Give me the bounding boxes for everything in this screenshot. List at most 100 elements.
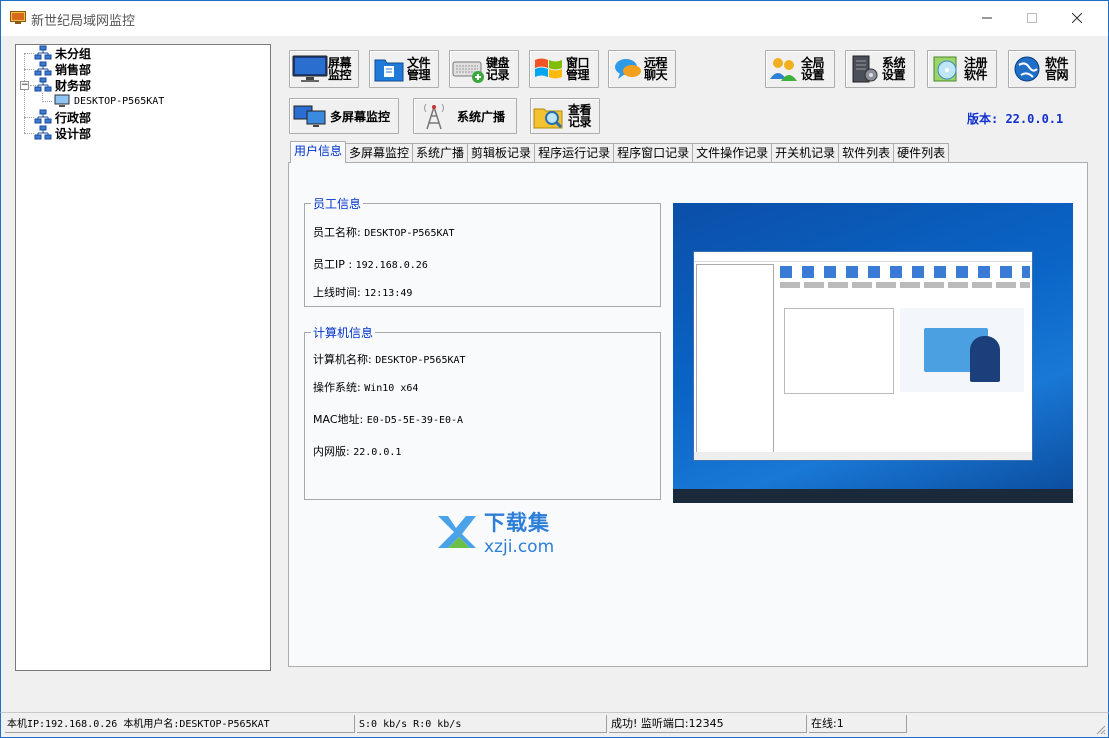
network-group-icon (34, 125, 52, 140)
system-broadcast-label: 系统广播 (457, 109, 506, 124)
keyboard-icon (452, 61, 484, 83)
tab-broadcast[interactable]: 系统广播 (412, 143, 469, 163)
title-bar: 新世纪局域网监控 (0, 0, 1109, 36)
multi-screen-monitor-button[interactable]: 多屏幕监控 (289, 98, 399, 134)
register-label-2: 软件 (964, 68, 988, 82)
tab-multi-screen[interactable]: 多屏幕监控 (345, 143, 414, 163)
status-local-text: 本机IP:192.168.0.26 本机用户名:DESKTOP-P565KAT (7, 719, 270, 730)
computer-name-value: DESKTOP-P565KAT (375, 355, 466, 366)
employee-info-group: 员工信息 员工名称: DESKTOP-P565KAT 员工IP : 192.16… (304, 195, 661, 307)
tree-line (24, 53, 25, 133)
view-records-label-2: 记录 (568, 115, 592, 129)
watermark-logo-icon (438, 516, 476, 548)
department-tree[interactable]: 未分组 销售部 − 财务部 DESKTOP-P565KAT 行政部 设计部 (15, 44, 271, 671)
mac-label: MAC地址: (313, 413, 364, 426)
server-icon (852, 55, 878, 83)
employee-name-row: 员工名称: DESKTOP-P565KAT (313, 224, 455, 240)
resize-grip-icon[interactable] (1094, 723, 1106, 735)
online-time-row: 上线时间: 12:13:49 (313, 284, 412, 300)
website-label-2: 官网 (1045, 68, 1069, 82)
system-broadcast-button[interactable]: 系统广播 (413, 98, 517, 134)
status-online-text: 在线:1 (811, 717, 844, 730)
tab-program-run-log[interactable]: 程序运行记录 (534, 143, 615, 163)
version-label: 版本: 22.0.0.1 (967, 112, 1064, 126)
search-records-icon (533, 108, 563, 129)
network-group-icon (34, 109, 52, 124)
os-row: 操作系统: Win10 x64 (313, 379, 418, 395)
tab-hardware-list[interactable]: 硬件列表 (893, 143, 950, 163)
employee-ip-value: 192.168.0.26 (355, 260, 428, 271)
website-button[interactable]: 软件 官网 (1008, 50, 1076, 88)
tree-item-group[interactable]: 未分组 (34, 45, 91, 61)
tree-item-group[interactable]: 销售部 (34, 61, 91, 77)
tree-item-label: 财务部 (55, 78, 92, 93)
tab-file-operation-log[interactable]: 文件操作记录 (692, 143, 773, 163)
broadcast-tower-icon (424, 103, 444, 130)
tree-item-group[interactable]: 财务部 (34, 77, 91, 93)
computer-name-row: 计算机名称: DESKTOP-P565KAT (313, 351, 466, 367)
status-local-info: 本机IP:192.168.0.26 本机用户名:DESKTOP-P565KAT (5, 715, 355, 733)
tree-collapse-toggle[interactable]: − (20, 81, 29, 90)
status-online: 在线:1 (809, 715, 907, 733)
screen-preview[interactable] (673, 203, 1073, 503)
maximize-button[interactable] (1009, 1, 1055, 35)
employee-name-value: DESKTOP-P565KAT (364, 228, 455, 239)
online-time-label: 上线时间: (313, 286, 361, 299)
status-bar: 本机IP:192.168.0.26 本机用户名:DESKTOP-P565KAT … (0, 712, 1109, 738)
network-group-icon (34, 77, 52, 92)
maximize-icon (1027, 13, 1037, 23)
view-records-button[interactable]: 查看 记录 (530, 98, 600, 134)
intranet-version-label: 内网版: (313, 445, 350, 458)
mac-row: MAC地址: E0-D5-5E-39-E0-A (313, 411, 463, 427)
watermark-title: 下载集 (484, 511, 550, 535)
os-value: Win10 x64 (364, 383, 419, 394)
chat-bubble-icon (615, 59, 641, 79)
preview-window-thumbnail (693, 251, 1033, 461)
multi-screen-monitor-label: 多屏幕监控 (330, 109, 391, 124)
online-time-value: 12:13:49 (364, 288, 413, 299)
monitor-icon (292, 55, 328, 82)
computer-info-title: 计算机信息 (311, 324, 376, 341)
status-speed-text: S:0 kb/s R:0 kb/s (359, 719, 462, 730)
tree-item-label: 未分组 (55, 46, 92, 61)
employee-name-label: 员工名称: (313, 226, 361, 239)
tab-user-info[interactable]: 用户信息 (290, 141, 347, 163)
global-settings-button[interactable]: 全局 设置 (765, 50, 835, 88)
window-manage-button[interactable]: 窗口 管理 (529, 50, 599, 88)
close-icon (1072, 13, 1082, 23)
tree-item-computer[interactable]: DESKTOP-P565KAT (54, 93, 164, 109)
tree-line (42, 101, 52, 102)
tree-item-group[interactable]: 设计部 (34, 125, 91, 141)
register-disc-icon (933, 56, 957, 82)
multi-monitor-icon (293, 105, 326, 127)
tree-item-group[interactable]: 行政部 (34, 109, 91, 125)
computer-name-label: 计算机名称: (313, 353, 372, 366)
system-settings-button[interactable]: 系统 设置 (845, 50, 915, 88)
tab-power-log[interactable]: 开关机记录 (771, 143, 840, 163)
os-label: 操作系统: (313, 381, 361, 394)
register-button[interactable]: 注册 软件 (927, 50, 997, 88)
minimize-button[interactable] (964, 1, 1010, 35)
mac-value: E0-D5-5E-39-E0-A (366, 415, 464, 426)
tree-line (24, 69, 34, 70)
minimize-icon (982, 17, 992, 19)
tree-item-label: 设计部 (55, 126, 92, 141)
computer-info-group: 计算机信息 计算机名称: DESKTOP-P565KAT 操作系统: Win10… (304, 324, 661, 500)
remote-chat-button[interactable]: 远程 聊天 (608, 50, 676, 88)
tree-line (24, 133, 34, 134)
watermark-domain: xzji.com (484, 537, 555, 557)
screen-monitor-button[interactable]: 屏幕 监控 (289, 50, 359, 88)
keyboard-log-button[interactable]: 键盘 记录 (449, 50, 519, 88)
windows-logo-icon (535, 58, 562, 79)
tab-software-list[interactable]: 软件列表 (838, 143, 895, 163)
tab-program-window-log[interactable]: 程序窗口记录 (613, 143, 694, 163)
tab-clipboard-log[interactable]: 剪辑板记录 (467, 143, 536, 163)
remote-chat-label-2: 聊天 (644, 68, 668, 82)
intranet-version-value: 22.0.0.1 (353, 447, 402, 458)
close-button[interactable] (1054, 1, 1100, 35)
user-info-panel: 员工信息 员工名称: DESKTOP-P565KAT 员工IP : 192.16… (288, 162, 1088, 667)
app-monitor-icon (10, 11, 26, 24)
intranet-version-row: 内网版: 22.0.0.1 (313, 443, 401, 459)
file-manage-button[interactable]: 文件 管理 (369, 50, 439, 88)
employee-info-title: 员工信息 (311, 195, 364, 212)
